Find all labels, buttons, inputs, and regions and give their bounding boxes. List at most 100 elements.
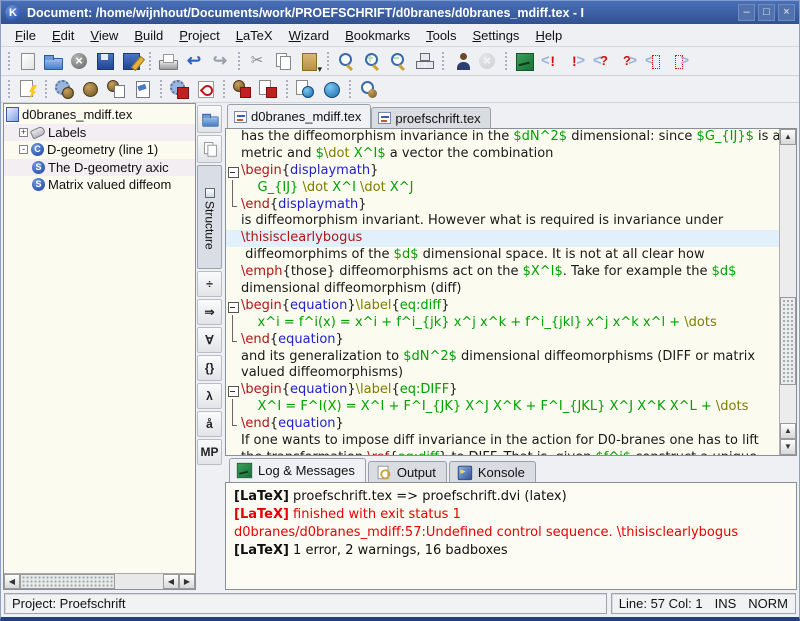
save-as-button[interactable]	[118, 49, 144, 73]
syntax-m: X^I$	[350, 146, 386, 161]
tab-greek-symbols[interactable]: λ	[197, 383, 222, 409]
scrollbar-thumb[interactable]	[20, 574, 115, 589]
next-warning-button[interactable]	[615, 49, 641, 73]
code-fold-marker[interactable]	[226, 382, 241, 399]
dvi-to-ps-button[interactable]	[103, 77, 129, 101]
latex-to-html-button[interactable]	[292, 77, 318, 101]
code-fold-marker	[226, 197, 241, 214]
tab-metapost[interactable]: MP	[197, 439, 222, 465]
menu-file[interactable]: File	[7, 26, 44, 45]
editor-tab-d0branes-mdiff-tex[interactable]: d0branes_mdiff.tex	[227, 104, 371, 128]
forward-search-button[interactable]	[355, 77, 381, 101]
tree-item[interactable]: -CD-geometry (line 1)	[4, 141, 195, 159]
tab-arrow-symbols[interactable]: ⇒	[197, 299, 222, 325]
tab-misc-math-symbols[interactable]: ∀	[197, 327, 222, 353]
tree-expander[interactable]: +	[19, 128, 28, 137]
scroll-up-button[interactable]: ▲	[780, 129, 796, 145]
labels-tag-icon	[30, 125, 46, 139]
tree-expander[interactable]: -	[19, 145, 28, 154]
next-badbox-button[interactable]	[667, 49, 693, 73]
tab-relation-symbols[interactable]: ÷	[197, 271, 222, 297]
view-ps-button[interactable]	[129, 77, 155, 101]
watch-file-button[interactable]	[448, 49, 474, 73]
previous-error-button[interactable]	[537, 49, 563, 73]
toolbar-group	[322, 49, 437, 73]
session-mode-indicator: NORM	[748, 596, 788, 611]
ps-to-pdf-button[interactable]	[255, 77, 281, 101]
scrollbar-track[interactable]	[115, 574, 163, 589]
next-error-button[interactable]	[563, 49, 589, 73]
cut-button[interactable]	[244, 49, 270, 73]
save-document-button[interactable]	[92, 49, 118, 73]
close-button[interactable]: ×	[778, 4, 795, 21]
structure-view-button[interactable]	[411, 49, 437, 73]
find-button[interactable]	[333, 49, 359, 73]
paste-button[interactable]	[296, 49, 322, 73]
scroll-down-button[interactable]: ▼	[780, 439, 796, 455]
syntax-n: and its generalization to	[241, 349, 403, 364]
quickbuild-button[interactable]	[14, 77, 40, 101]
view-pdf-button[interactable]	[192, 77, 218, 101]
menu-bookmarks[interactable]: Bookmarks	[337, 26, 418, 45]
menu-view[interactable]: View	[82, 26, 126, 45]
latex-log-button[interactable]	[511, 49, 537, 73]
code-fold-marker[interactable]	[226, 163, 241, 180]
stop-button[interactable]	[474, 49, 500, 73]
menu-accelerator: W	[289, 28, 301, 43]
dvi-to-pdf-button[interactable]	[229, 77, 255, 101]
menu-project[interactable]: Project	[171, 26, 227, 45]
close-document-button[interactable]	[66, 49, 92, 73]
menu-tools[interactable]: Tools	[418, 26, 464, 45]
tree-item[interactable]: +Labels	[4, 124, 195, 142]
previous-badbox-button[interactable]	[641, 49, 667, 73]
undo-button[interactable]	[181, 49, 207, 73]
tree-item[interactable]: d0branes_mdiff.tex	[4, 106, 195, 124]
scrollbar-thumb[interactable]	[780, 297, 796, 385]
editor-vertical-scrollbar[interactable]: ▲ ▲ ▼	[779, 129, 796, 455]
menu-latex[interactable]: LaTeX	[228, 26, 281, 45]
menu-edit[interactable]: Edit	[44, 26, 82, 45]
open-file-button[interactable]	[197, 105, 222, 133]
view-html-button[interactable]	[318, 77, 344, 101]
editor-line-text: metric and $\dot X^I$ a vector the combi…	[241, 146, 553, 163]
pdflatex-button[interactable]	[166, 77, 192, 101]
menu-build[interactable]: Build	[126, 26, 171, 45]
toolbar-separator	[220, 79, 227, 99]
tab-special-characters[interactable]: å	[197, 411, 222, 437]
print-button[interactable]	[155, 49, 181, 73]
paste-icon	[299, 51, 319, 71]
scroll-right-button[interactable]: ▶	[179, 574, 195, 589]
tree-item[interactable]: SMatrix valued diffeom	[4, 176, 195, 194]
scroll-left-button-2[interactable]: ◀	[163, 574, 179, 589]
view-dvi-button[interactable]	[77, 77, 103, 101]
tab-output[interactable]: Output	[368, 461, 447, 482]
zoom-out-button[interactable]	[385, 49, 411, 73]
tab-delimiter-symbols[interactable]: {}	[197, 355, 222, 381]
copy-button[interactable]	[270, 49, 296, 73]
new-document-button[interactable]	[14, 49, 40, 73]
tree-horizontal-scrollbar[interactable]: ◀ ◀ ▶	[4, 573, 195, 589]
maximize-button[interactable]: □	[758, 4, 775, 21]
tree-item[interactable]: SThe D-geometry axic	[4, 159, 195, 177]
previous-warning-button[interactable]	[589, 49, 615, 73]
scroll-left-button[interactable]: ◀	[4, 574, 20, 589]
menu-wizard[interactable]: Wizard	[281, 26, 337, 45]
copy-view-button[interactable]	[197, 135, 222, 163]
scroll-up-button-2[interactable]: ▲	[780, 423, 796, 439]
menu-help[interactable]: Help	[527, 26, 570, 45]
code-fold-marker[interactable]	[226, 298, 241, 315]
view-pdf-icon	[195, 79, 215, 99]
latex-button[interactable]	[51, 77, 77, 101]
menu-settings[interactable]: Settings	[464, 26, 527, 45]
zoom-in-button[interactable]	[359, 49, 385, 73]
syntax-n: }	[347, 298, 355, 313]
tab-konsole[interactable]: Konsole	[449, 461, 536, 482]
redo-button[interactable]	[207, 49, 233, 73]
tab-log-messages[interactable]: Log & Messages	[229, 458, 366, 482]
minimize-button[interactable]: –	[738, 4, 755, 21]
text-editor[interactable]: has the diffeomorphism invariance in the…	[226, 129, 779, 455]
tab-structure[interactable]: Structure	[197, 165, 222, 269]
open-document-button[interactable]	[40, 49, 66, 73]
editor-tab-proefschrift-tex[interactable]: proefschrift.tex	[371, 107, 490, 128]
bottom-panel-tab-bar: Log & MessagesOutputKonsole	[225, 456, 797, 482]
